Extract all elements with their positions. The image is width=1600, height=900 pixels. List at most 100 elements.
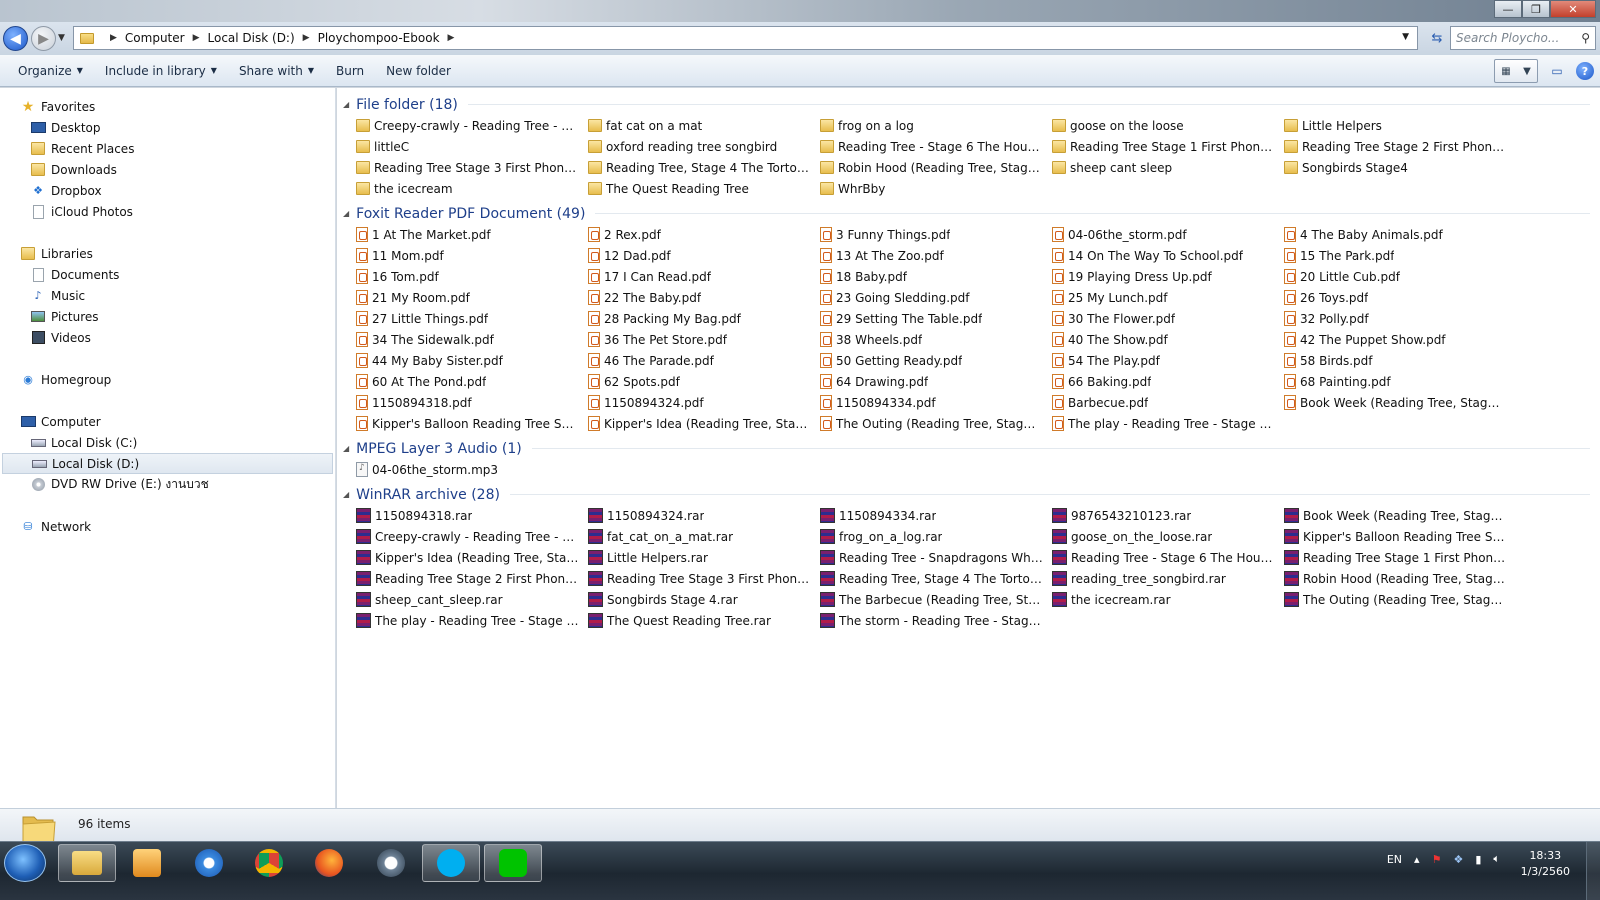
file-item[interactable]: Kipper's Idea (Reading Tree, Stage 3)...… [588, 413, 820, 434]
file-item[interactable]: 14 On The Way To School.pdf [1052, 245, 1284, 266]
group-header[interactable]: ◢ WinRAR archive (28) [337, 484, 1600, 505]
dropbox-tray-icon[interactable]: ❖ [1453, 853, 1463, 866]
file-item[interactable]: 25 My Lunch.pdf [1052, 287, 1284, 308]
file-item[interactable]: Little Helpers.rar [588, 547, 820, 568]
file-item[interactable]: 44 My Baby Sister.pdf [356, 350, 588, 371]
taskbar-firefox[interactable] [300, 844, 358, 882]
nav-favorites[interactable]: ★ Favorites [0, 96, 335, 117]
file-item[interactable]: 1150894324.rar [588, 505, 820, 526]
refresh-icon[interactable]: ⇆ [1425, 27, 1449, 49]
file-item[interactable]: Reading Tree Stage 2 First Phonics T... [1284, 136, 1516, 157]
breadcrumb-current-folder[interactable]: Ploychompoo-Ebook [318, 31, 440, 45]
file-item[interactable]: fat_cat_on_a_mat.rar [588, 526, 820, 547]
file-item[interactable]: The Outing (Reading Tree, Stages 6 ... [820, 413, 1052, 434]
file-item[interactable]: reading_tree_songbird.rar [1052, 568, 1284, 589]
file-item[interactable]: Reading Tree Stage 3 First Phonics T... [356, 157, 588, 178]
file-item[interactable]: 13 At The Zoo.pdf [820, 245, 1052, 266]
file-item[interactable]: 50 Getting Ready.pdf [820, 350, 1052, 371]
file-item[interactable]: 04-06the_storm.mp3 [356, 459, 588, 480]
nav-dvd-drive[interactable]: DVD RW Drive (E:) งานบวช [0, 474, 335, 495]
nav-local-disk-d[interactable]: Local Disk (D:) [2, 453, 333, 474]
file-item[interactable]: 40 The Show.pdf [1052, 329, 1284, 350]
file-item[interactable]: Reading Tree, Stage 4 The Tortoise a... [588, 157, 820, 178]
file-item[interactable]: Reading Tree - Snapdragons Where I... [820, 547, 1052, 568]
search-input[interactable]: Search Ploycho... ⚲ [1450, 26, 1596, 50]
nav-icloud-photos[interactable]: iCloud Photos [0, 201, 335, 222]
file-item[interactable]: The Barbecue (Reading Tree, Stage 3.... [820, 589, 1052, 610]
file-item[interactable]: The Outing (Reading Tree, Stages 6 ... [1284, 589, 1516, 610]
file-item[interactable]: 12 Dad.pdf [588, 245, 820, 266]
nav-videos[interactable]: Videos [0, 327, 335, 348]
file-item[interactable]: Reading Tree Stage 1 First Phonics T... [1052, 136, 1284, 157]
file-item[interactable]: Reading Tree Stage 2 First Phonics T... [356, 568, 588, 589]
file-item[interactable]: 36 The Pet Store.pdf [588, 329, 820, 350]
action-center-icon[interactable]: ⚑ [1432, 853, 1442, 866]
file-item[interactable]: 22 The Baby.pdf [588, 287, 820, 308]
language-indicator[interactable]: EN [1387, 853, 1402, 866]
file-item[interactable]: Songbirds Stage 4.rar [588, 589, 820, 610]
file-item[interactable]: 15 The Park.pdf [1284, 245, 1516, 266]
file-item[interactable]: 30 The Flower.pdf [1052, 308, 1284, 329]
change-view-button[interactable]: ▦ ▼ [1494, 59, 1538, 83]
file-item[interactable]: 46 The Parade.pdf [588, 350, 820, 371]
file-item[interactable]: littleC [356, 136, 588, 157]
file-item[interactable]: 2 Rex.pdf [588, 224, 820, 245]
file-item[interactable]: the icecream [356, 178, 588, 199]
file-item[interactable]: 17 I Can Read.pdf [588, 266, 820, 287]
file-item[interactable]: Barbecue.pdf [1052, 392, 1284, 413]
file-item[interactable]: 58 Birds.pdf [1284, 350, 1516, 371]
address-history-dropdown[interactable]: ▼ [1402, 32, 1409, 42]
group-header[interactable]: ◢ MPEG Layer 3 Audio (1) [337, 438, 1600, 459]
file-item[interactable]: The Quest Reading Tree.rar [588, 610, 820, 631]
file-item[interactable]: Kipper's Idea (Reading Tree, Stage 3)...… [356, 547, 588, 568]
file-item[interactable]: 20 Little Cub.pdf [1284, 266, 1516, 287]
file-item[interactable]: 3 Funny Things.pdf [820, 224, 1052, 245]
file-item[interactable]: the icecream.rar [1052, 589, 1284, 610]
organize-button[interactable]: Organize ▼ [10, 64, 91, 78]
file-item[interactable]: 1150894334.rar [820, 505, 1052, 526]
nav-pictures[interactable]: Pictures [0, 306, 335, 327]
file-item[interactable]: The play - Reading Tree - Stage 4.rar [356, 610, 588, 631]
file-item[interactable]: 19 Playing Dress Up.pdf [1052, 266, 1284, 287]
file-item[interactable]: 23 Going Sledding.pdf [820, 287, 1052, 308]
breadcrumb-computer[interactable]: Computer [125, 31, 185, 45]
file-item[interactable]: 29 Setting The Table.pdf [820, 308, 1052, 329]
file-item[interactable]: Reading Tree, Stage 4 The Tortoise a... [820, 568, 1052, 589]
help-icon[interactable]: ? [1576, 62, 1594, 80]
group-header[interactable]: ◢ File folder (18) [337, 94, 1600, 115]
file-item[interactable]: 64 Drawing.pdf [820, 371, 1052, 392]
file-item[interactable]: 4 The Baby Animals.pdf [1284, 224, 1516, 245]
maximize-button[interactable]: ❐ [1522, 0, 1550, 18]
show-hidden-icons[interactable]: ▴ [1414, 853, 1420, 866]
file-item[interactable]: Creepy-crawly - Reading Tree - stag... [356, 526, 588, 547]
file-item[interactable]: 42 The Puppet Show.pdf [1284, 329, 1516, 350]
file-item[interactable]: 1150894318.pdf [356, 392, 588, 413]
file-item[interactable]: 26 Toys.pdf [1284, 287, 1516, 308]
group-header[interactable]: ◢ Foxit Reader PDF Document (49) [337, 203, 1600, 224]
taskbar-outlook[interactable] [118, 844, 176, 882]
file-item[interactable]: goose_on_the_loose.rar [1052, 526, 1284, 547]
taskbar-chrome[interactable] [240, 844, 298, 882]
file-item[interactable]: Songbirds Stage4 [1284, 157, 1516, 178]
taskbar-explorer[interactable] [58, 844, 116, 882]
preview-pane-icon[interactable]: ▭ [1546, 60, 1568, 82]
recent-pages-dropdown[interactable]: ▼ [58, 33, 65, 43]
file-item[interactable]: frog_on_a_log.rar [820, 526, 1052, 547]
file-item[interactable]: 62 Spots.pdf [588, 371, 820, 392]
file-item[interactable]: 54 The Play.pdf [1052, 350, 1284, 371]
clock[interactable]: 18:33 1/3/2560 [1521, 848, 1570, 880]
file-item[interactable]: 32 Polly.pdf [1284, 308, 1516, 329]
file-item[interactable]: Reading Tree Stage 3 First Phonics T... [588, 568, 820, 589]
file-item[interactable]: 9876543210123.rar [1052, 505, 1284, 526]
nav-local-disk-c[interactable]: Local Disk (C:) [0, 432, 335, 453]
file-item[interactable]: Kipper's Balloon Reading Tree Series.... [1284, 526, 1516, 547]
nav-documents[interactable]: Documents [0, 264, 335, 285]
file-item[interactable]: 66 Baking.pdf [1052, 371, 1284, 392]
minimize-button[interactable]: — [1494, 0, 1522, 18]
nav-dropbox[interactable]: ❖ Dropbox [0, 180, 335, 201]
breadcrumb-separator-icon[interactable]: ▶ [303, 33, 310, 43]
file-item[interactable]: Reading Tree - Stage 6 The House T... [1052, 547, 1284, 568]
file-item[interactable]: goose on the loose [1052, 115, 1284, 136]
share-with-button[interactable]: Share with ▼ [231, 64, 322, 78]
include-in-library-button[interactable]: Include in library ▼ [97, 64, 225, 78]
